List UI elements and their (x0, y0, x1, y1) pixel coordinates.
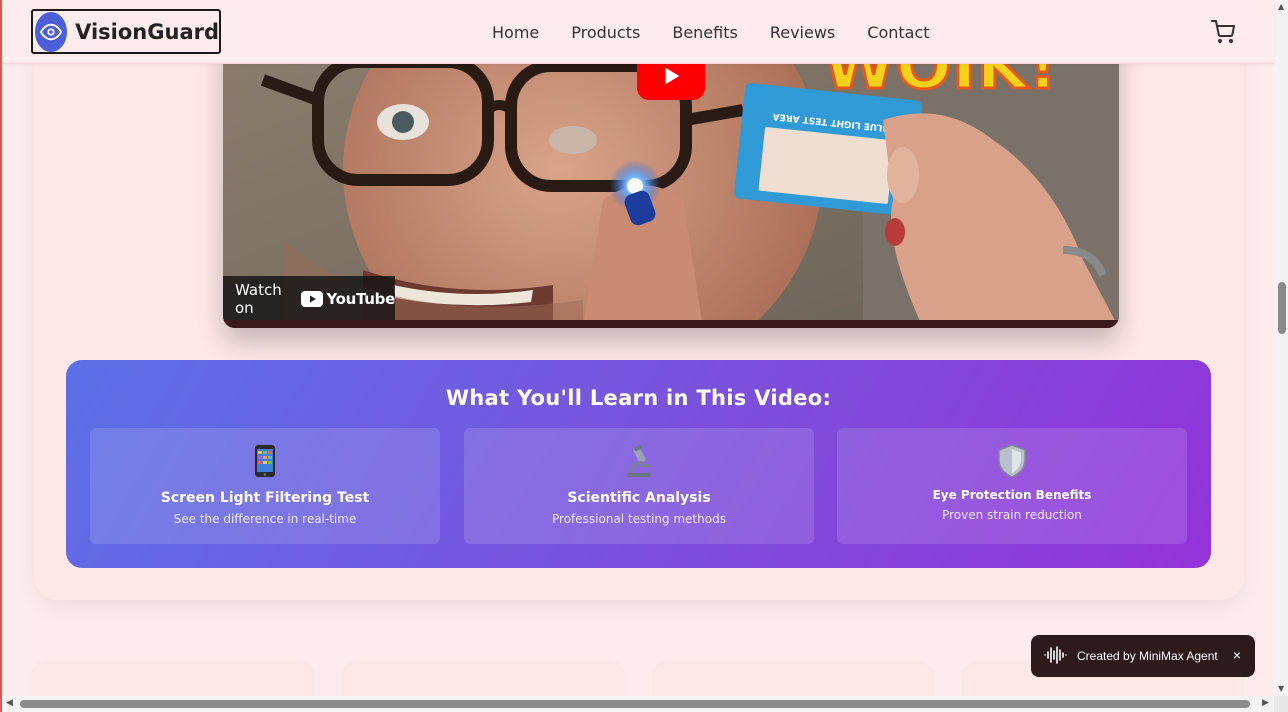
video-section-card: BLUE LIGHT TEST AREA WOIK! Watch on YouT… (34, 0, 1244, 600)
feature-title: Screen Light Filtering Test (160, 490, 370, 506)
video-progress-strip (223, 320, 1119, 328)
watch-on-youtube-link[interactable]: Watch on YouTube (223, 276, 395, 322)
horizontal-scroll-thumb[interactable] (20, 700, 1250, 708)
phone-icon (90, 444, 440, 480)
learn-panel: What You'll Learn in This Video: Screen … (66, 360, 1211, 568)
scroll-right-arrow-icon[interactable]: ▶ (1262, 698, 1269, 708)
horizontal-scrollbar[interactable]: ◀ ▶ (2, 696, 1274, 712)
scrollbar-corner (1274, 696, 1288, 712)
feature-title: Scientific Analysis (567, 490, 711, 506)
feature-card-screen-test: Screen Light Filtering Test See the diff… (90, 428, 440, 544)
brand-name: VisionGuard (75, 19, 219, 44)
feature-subtitle: Proven strain reduction (942, 508, 1082, 522)
feature-card-eye-protection: Eye Protection Benefits Proven strain re… (837, 428, 1187, 544)
feature-card-scientific-analysis: Scientific Analysis Professional testing… (464, 428, 814, 544)
scroll-left-arrow-icon[interactable]: ◀ (6, 698, 13, 708)
learn-panel-title: What You'll Learn in This Video: (445, 386, 832, 410)
vertical-scroll-thumb[interactable] (1278, 282, 1286, 334)
youtube-wordmark: YouTube (326, 290, 395, 308)
youtube-play-icon (301, 291, 324, 307)
feature-title: Eye Protection Benefits (932, 488, 1092, 502)
waveform-icon (1043, 645, 1069, 668)
scroll-up-arrow-icon[interactable]: ▲ (1278, 2, 1284, 11)
minimax-agent-badge[interactable]: Created by MiniMax Agent × (1031, 635, 1255, 677)
brand-logo[interactable]: VisionGuard (31, 9, 221, 54)
microscope-icon (464, 444, 814, 480)
feature-subtitle: See the difference in real-time (173, 512, 357, 526)
toast-label: Created by MiniMax Agent (1077, 649, 1218, 663)
main-nav: Home Products Benefits Reviews Contact (492, 0, 930, 64)
nav-link-reviews[interactable]: Reviews (770, 23, 835, 42)
vertical-scrollbar[interactable]: ▲ ▼ (1274, 0, 1288, 696)
close-icon[interactable]: × (1233, 647, 1241, 663)
shield-icon (837, 444, 1187, 480)
nav-link-contact[interactable]: Contact (867, 23, 929, 42)
cart-icon[interactable] (1210, 20, 1236, 44)
youtube-logo: YouTube (301, 290, 395, 308)
nav-link-products[interactable]: Products (571, 23, 640, 42)
scroll-down-arrow-icon[interactable]: ▼ (1278, 684, 1284, 693)
feature-subtitle: Professional testing methods (552, 512, 726, 526)
nav-link-home[interactable]: Home (492, 23, 539, 42)
nav-link-benefits[interactable]: Benefits (672, 23, 738, 42)
navbar: VisionGuard Home Products Benefits Revie… (2, 0, 1274, 64)
eye-icon (35, 11, 68, 52)
watch-on-label: Watch on (235, 281, 282, 317)
